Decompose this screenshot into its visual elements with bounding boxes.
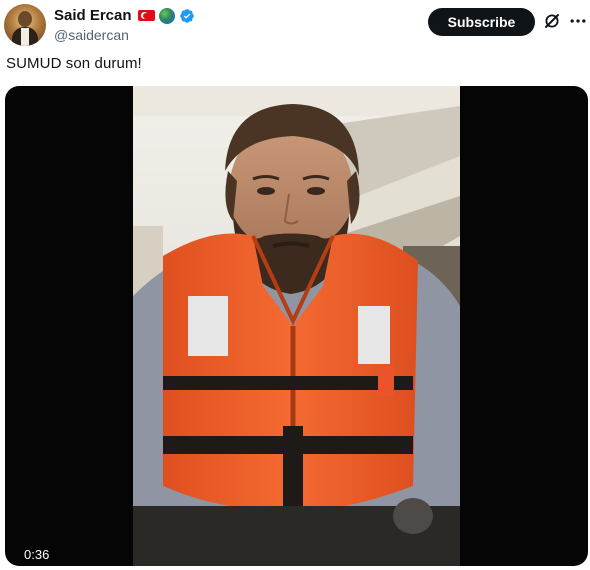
video-player[interactable]: 0:36 [5,86,588,566]
globe-icon [158,7,175,24]
turkey-flag-icon [137,10,155,21]
post-card: Said Ercan @saidercan Subscribe SUMUD so… [0,0,590,570]
video-duration: 0:36 [24,547,50,562]
grok-icon[interactable] [543,12,561,30]
author-display-name[interactable]: Said Ercan [54,7,132,24]
avatar-head [18,11,32,27]
subscribe-button[interactable]: Subscribe [428,8,535,36]
author-name-row: Said Ercan [54,7,195,24]
avatar-shirt [21,28,29,46]
verified-icon [179,8,194,23]
video-frame [133,86,460,566]
author-handle[interactable]: @saidercan [54,27,129,43]
post-text: SUMUD son durum! [6,55,142,72]
more-icon[interactable] [568,11,588,31]
avatar[interactable] [4,4,46,46]
